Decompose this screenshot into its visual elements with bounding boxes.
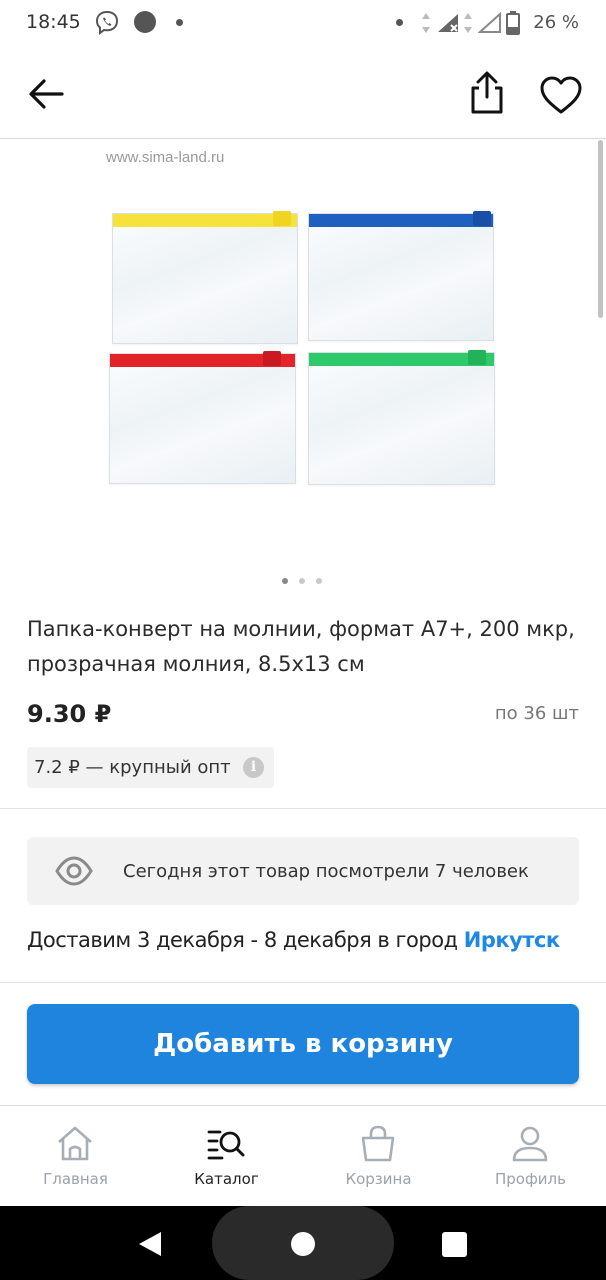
data-arrows-icon [422, 13, 430, 33]
views-text: Сегодня этот товар посмотрели 7 человек [123, 861, 529, 882]
delivery-city-link[interactable]: Иркутск [464, 928, 560, 952]
wholesale-price-text: 7.2 ₽ — крупный опт [34, 757, 231, 778]
wifi-signal-icon [438, 14, 458, 32]
dot-icon [176, 19, 183, 26]
views-notice: Сегодня этот товар посмотрели 7 человек [27, 837, 579, 905]
product-title: Папка-конверт на молнии, формат А7+, 200… [27, 617, 575, 676]
watermark: www.sima-land.ru [106, 149, 225, 166]
nav-item-profile[interactable]: Профиль [455, 1106, 606, 1207]
product-image-bag-green [308, 350, 495, 485]
notification-circle-icon [134, 11, 156, 33]
nav-label-cart: Корзина [345, 1170, 412, 1188]
bottom-navigation: Главная Каталог Корзина Профиль [0, 1105, 606, 1206]
app-bar [0, 46, 606, 139]
product-image-bag-blue [308, 211, 494, 341]
dot-icon [396, 19, 403, 26]
info-icon[interactable]: i [243, 757, 264, 778]
system-back-icon[interactable] [137, 1230, 163, 1258]
eye-icon [55, 856, 93, 886]
arrow-left-icon[interactable] [24, 74, 68, 114]
system-recents-icon[interactable] [442, 1232, 467, 1257]
nav-label-home: Главная [43, 1170, 108, 1188]
product-image-bag-yellow [112, 211, 298, 344]
delivery-info: Доставим 3 декабря - 8 декабря в город И… [27, 928, 560, 952]
divider [0, 982, 606, 983]
cart-bag-icon [361, 1125, 395, 1162]
status-bar: 18:45 26 % [0, 0, 606, 46]
delivery-text: Доставим 3 декабря - 8 декабря в город [27, 928, 464, 952]
share-icon[interactable] [464, 70, 510, 116]
nav-label-catalog: Каталог [194, 1170, 259, 1188]
add-to-cart-button[interactable]: Добавить в корзину [27, 1004, 579, 1084]
product-image-gallery[interactable]: www.sima-land.ru [0, 140, 606, 595]
gallery-pager [282, 576, 326, 586]
nav-item-home[interactable]: Главная [0, 1106, 151, 1207]
heart-icon[interactable] [538, 74, 584, 116]
product-image-bag-red [109, 351, 296, 484]
pager-dot-1[interactable] [282, 578, 288, 584]
catalog-search-icon [207, 1130, 245, 1160]
battery-percent: 26 % [533, 12, 579, 33]
profile-icon [512, 1126, 548, 1162]
nav-item-catalog[interactable]: Каталог [151, 1106, 302, 1207]
product-price: 9.30 ₽ [27, 700, 112, 728]
data-arrows-icon [464, 13, 472, 33]
pager-dot-2[interactable] [299, 578, 305, 584]
system-home-icon[interactable] [291, 1232, 315, 1256]
viber-icon [95, 10, 119, 35]
wholesale-price-chip[interactable]: 7.2 ₽ — крупный опт i [27, 747, 274, 788]
divider [0, 808, 606, 809]
nav-label-profile: Профиль [495, 1170, 566, 1188]
min-quantity: по 36 шт [494, 703, 579, 724]
nav-item-cart[interactable]: Корзина [303, 1106, 454, 1207]
pager-dot-3[interactable] [316, 578, 322, 584]
status-right: 26 % [396, 0, 606, 46]
battery-icon [506, 11, 520, 35]
status-time: 18:45 [26, 11, 81, 33]
cell-signal-icon [478, 12, 501, 33]
home-icon [58, 1126, 92, 1161]
system-navigation-bar [0, 1206, 606, 1280]
